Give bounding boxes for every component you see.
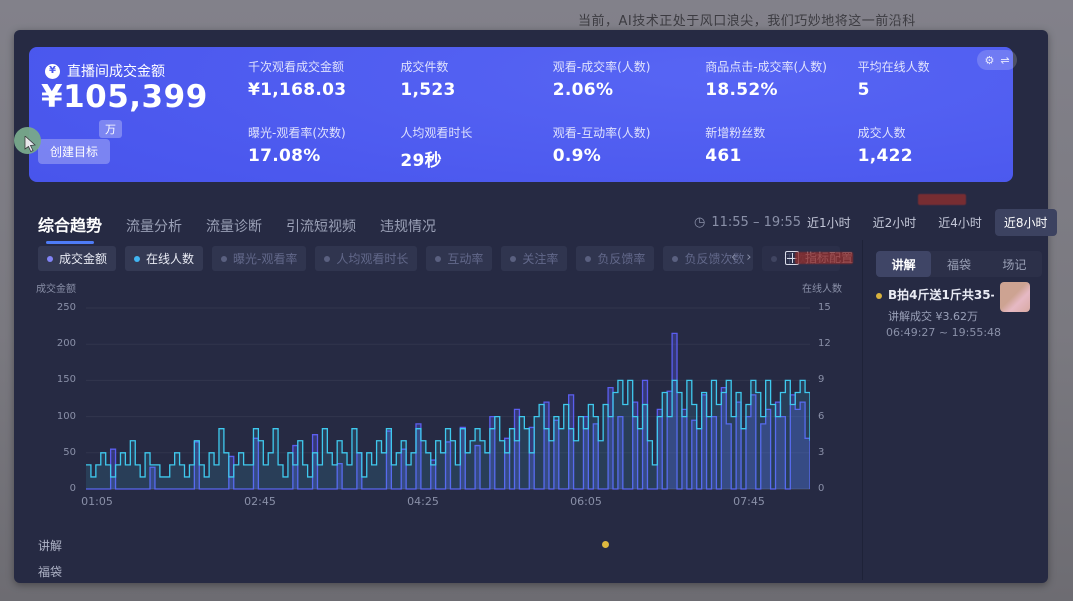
section-tabs: 综合趋势 流量分析 流量诊断 引流短视频 违规情况 (38, 212, 436, 236)
video-caption: 当前，AI技术正处于风口浪尖，我们巧妙地将这一前沿科 (578, 10, 916, 29)
right-axis-title: 在线人数 (802, 280, 842, 295)
product-title[interactable]: B拍4斤送1斤共35-4... (888, 286, 994, 303)
metric-cell: 千次观看成交金额¥1,168.03 (248, 58, 400, 124)
red-annotation-mark (918, 194, 966, 205)
metric-cell: 成交人数1,422 (858, 124, 1010, 190)
kpi-toolbox: ⚙ ⇌ (977, 50, 1017, 70)
time-opt-8h[interactable]: 近8小时 (995, 209, 1057, 236)
side-tab-luckybag[interactable]: 福袋 (931, 251, 986, 277)
metric-cell: 新增粉丝数461 (705, 124, 857, 190)
kpi-metrics-grid: 千次观看成交金额¥1,168.03 成交件数1,523 观看-成交率(人数)2.… (248, 58, 1010, 190)
panel-divider (862, 240, 863, 580)
screen: 当前，AI技术正处于风口浪尖，我们巧妙地将这一前沿科 ¥ 直播间成交金额 ¥10… (0, 0, 1073, 601)
tab-traffic-diagnosis[interactable]: 流量诊断 (206, 216, 262, 236)
chevron-left-icon[interactable]: ‹ (731, 250, 736, 265)
lecture-marker-dot[interactable] (602, 541, 609, 548)
metric-cell: 曝光-观看率(次数)17.08% (248, 124, 400, 190)
mouse-pointer-icon (24, 136, 37, 152)
tab-overall-trend[interactable]: 综合趋势 (38, 212, 102, 236)
mouse-cursor-highlight (14, 127, 41, 154)
metric-cell: 观看-成交率(人数)2.06% (553, 58, 705, 124)
chevron-right-icon[interactable]: › (746, 250, 751, 265)
item-bullet-dot (876, 293, 882, 299)
legend-exposure-view[interactable]: 曝光-观看率 (212, 246, 306, 271)
legend-neg-feedback-rate[interactable]: 负反馈率 (576, 246, 654, 271)
tab-traffic-analysis[interactable]: 流量分析 (126, 216, 182, 236)
marker-row-lecture[interactable]: 讲解 (38, 537, 62, 554)
product-time-range: 06:49:27 ~ 19:55:48 (886, 326, 1001, 339)
metric-cell: 商品点击-成交率(人数)18.52% (705, 58, 857, 124)
time-opt-4h[interactable]: 近4小时 (929, 209, 991, 236)
legend-online[interactable]: 在线人数 (125, 246, 203, 271)
trend-chart[interactable] (86, 298, 810, 492)
gear-icon[interactable]: ⚙ (984, 55, 994, 66)
product-thumbnail[interactable] (1000, 282, 1030, 312)
legend-pager: ‹ › (731, 250, 751, 265)
time-opt-2h[interactable]: 近2小时 (864, 209, 926, 236)
left-axis-title: 成交金额 (36, 280, 76, 295)
metric-cell: 人均观看时长29秒 (400, 124, 552, 190)
swap-icon[interactable]: ⇌ (1000, 55, 1009, 66)
time-filter: 近1小时 近2小时 近4小时 近8小时 (798, 209, 1057, 236)
legend-gmv[interactable]: 成交金额 (38, 246, 116, 271)
chart-legend: 成交金额 在线人数 曝光-观看率 人均观看时长 互动率 关注率 负反馈率 负反馈… (38, 246, 840, 271)
time-opt-1h[interactable]: 近1小时 (798, 209, 860, 236)
unit-badge: 万 (99, 120, 122, 138)
tab-short-video[interactable]: 引流短视频 (286, 216, 356, 236)
metric-cell: 成交件数1,523 (400, 58, 552, 124)
create-goal-button[interactable]: 创建目标 (38, 139, 110, 164)
red-annotation-mark (795, 252, 853, 264)
tab-violations[interactable]: 违规情况 (380, 216, 436, 236)
metric-cell: 观看-互动率(人数)0.9% (553, 124, 705, 190)
legend-interaction[interactable]: 互动率 (426, 246, 492, 271)
side-panel-tabs: 讲解 福袋 场记 (876, 251, 1042, 277)
clock-icon: ◷ (694, 215, 705, 230)
side-tab-log[interactable]: 场记 (987, 251, 1042, 277)
marker-row-luckybag[interactable]: 福袋 (38, 563, 62, 580)
legend-follow[interactable]: 关注率 (501, 246, 567, 271)
legend-avg-watch[interactable]: 人均观看时长 (315, 246, 417, 271)
product-deal-amount: 讲解成交 ¥3.62万 (888, 308, 978, 324)
coin-icon: ¥ (45, 64, 60, 79)
time-range: ◷ 11:55 – 19:55 (694, 215, 801, 230)
kpi-main-value: ¥105,399 (41, 79, 208, 115)
side-tab-lecture[interactable]: 讲解 (876, 251, 931, 277)
kpi-main-title: ¥ 直播间成交金额 (45, 61, 165, 81)
